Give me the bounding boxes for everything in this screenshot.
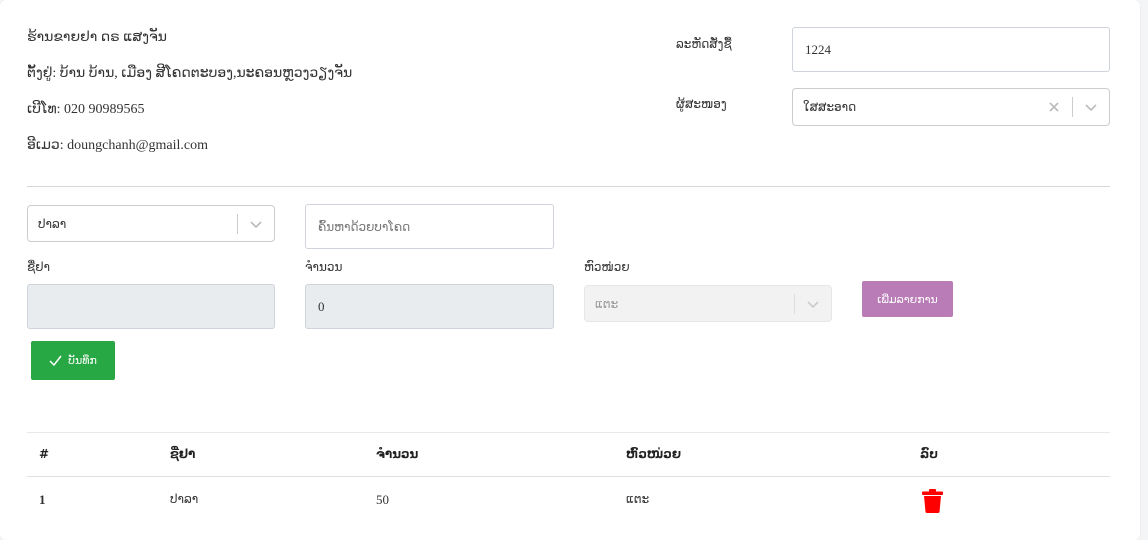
row-quantity: 50: [376, 492, 389, 507]
col-header-quantity: ຈຳນວນ: [376, 447, 419, 461]
supplier-select[interactable]: ໃສສະອາດ: [792, 88, 1110, 126]
select-separator: [237, 213, 238, 234]
order-card: ຮ້ານຂາຍຢາ ດຣ ແສງຈັນ ຕັ້ງຢູ່: ບ້ານ ບ້ານ, …: [0, 0, 1140, 540]
shop-phone: ເບີໂທ: 020 90989565: [27, 102, 145, 117]
shop-name: ຮ້ານຂາຍຢາ ດຣ ແສງຈັນ: [27, 30, 168, 45]
table-header-border: [27, 476, 1110, 477]
medicine-name-label: ຊື່ຢາ: [27, 260, 50, 274]
order-code-value: 1224: [805, 41, 831, 57]
check-icon: [49, 355, 62, 366]
trash-icon[interactable]: [922, 489, 943, 513]
shop-email: ອີເມວ: doungchanh@gmail.com: [27, 138, 208, 153]
col-header-name: ຊື່ຢາ: [170, 447, 196, 461]
select-separator: [794, 293, 795, 314]
supplier-value: ໃສສະອາດ: [803, 100, 857, 114]
col-header-unit: ຫົວໜ່ວຍ: [626, 447, 681, 461]
barcode-placeholder: ຄົ້ນຫາດ້ວຍບາໂຄດ: [318, 219, 411, 234]
supplier-label: ຜູ້ສະໜອງ: [676, 97, 727, 111]
clear-icon[interactable]: [1049, 102, 1059, 112]
row-index: 1: [39, 492, 46, 507]
table-top-border: [27, 432, 1110, 433]
quantity-label: ຈຳນວນ: [305, 260, 343, 274]
unit-select[interactable]: ແຕະ: [584, 285, 832, 322]
order-code-input[interactable]: 1224: [792, 27, 1110, 72]
category-value: ປາລາ: [38, 216, 67, 231]
col-header-index: #: [39, 447, 50, 461]
save-button-label: ບັນທຶກ: [68, 354, 97, 367]
chevron-down-icon[interactable]: [1085, 101, 1097, 113]
select-separator: [1072, 97, 1073, 117]
shop-address: ຕັ້ງຢູ່: ບ້ານ ບ້ານ, ເມືອງ ສີໂຄດຕະບອງ,ນະຄ…: [27, 66, 353, 81]
category-select[interactable]: ປາລາ: [27, 205, 275, 242]
chevron-down-icon: [807, 300, 819, 308]
col-header-delete: ລົບ: [920, 447, 938, 461]
row-name: ປາລາ: [170, 492, 199, 506]
divider: [27, 186, 1110, 187]
add-item-button[interactable]: ເພີ່ມລາຍການ: [862, 281, 953, 317]
chevron-down-icon[interactable]: [250, 218, 262, 230]
save-button[interactable]: ບັນທຶກ: [31, 341, 115, 380]
medicine-name-input[interactable]: [27, 284, 275, 329]
barcode-search-input[interactable]: ຄົ້ນຫາດ້ວຍບາໂຄດ: [305, 204, 554, 249]
quantity-input[interactable]: 0: [305, 284, 554, 329]
row-unit: ແຕະ: [626, 492, 650, 506]
order-code-label: ລະຫັດສັ່ງຊື້: [676, 37, 732, 51]
unit-label: ຫົວໜ່ວຍ: [584, 260, 630, 274]
quantity-value: 0: [318, 298, 325, 314]
unit-value: ແຕະ: [595, 296, 619, 311]
